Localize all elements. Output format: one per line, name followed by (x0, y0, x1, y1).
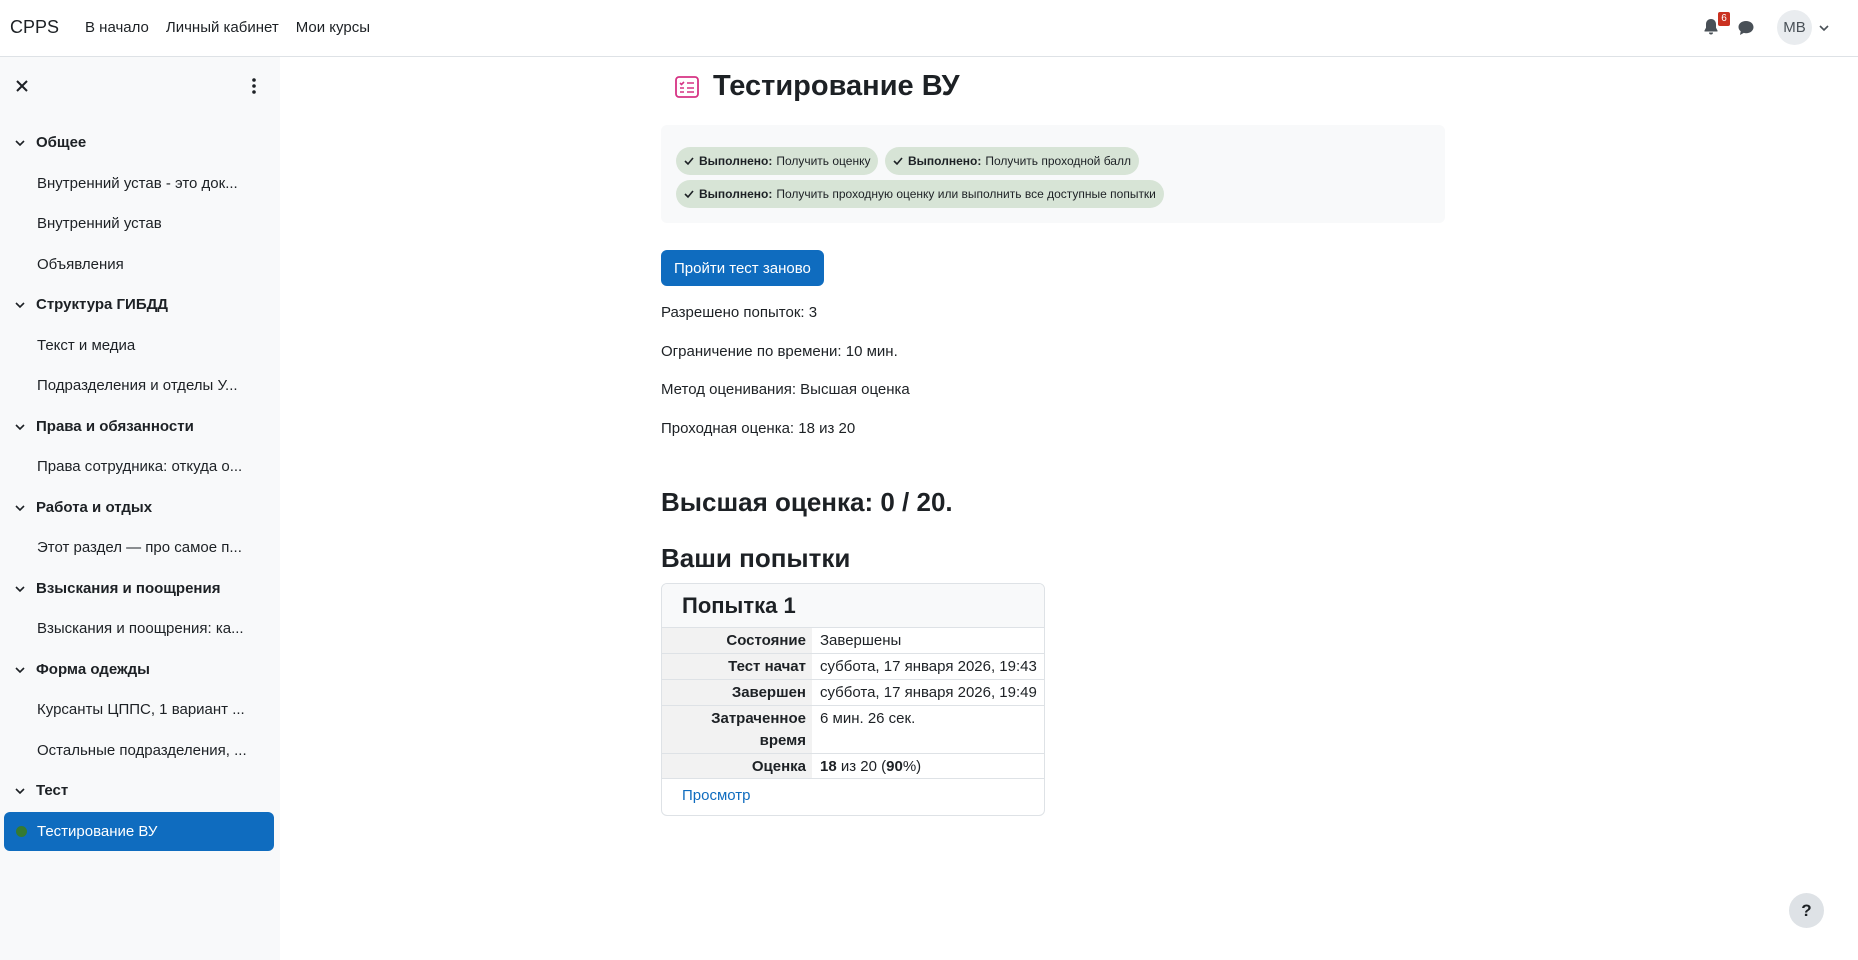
course-index-drawer: Общее Внутренний устав - это док... Внут… (0, 57, 280, 960)
section-title: Тест (36, 782, 69, 799)
attempts-heading: Ваши попытки (661, 543, 851, 573)
row-value: суббота, 17 января 2026, 19:43 (820, 658, 1037, 675)
section-rights[interactable]: Права и обязанности (14, 418, 194, 435)
user-avatar[interactable]: MB (1777, 10, 1812, 45)
row-value: суббота, 17 января 2026, 19:49 (820, 684, 1037, 701)
sidebar-activity-link[interactable]: Внутренний устав (37, 215, 162, 232)
check-icon (893, 157, 903, 166)
completion-badge: Выполнено: Получить проходную оценку или… (676, 180, 1164, 208)
section-title: Взыскания и поощрения (36, 580, 221, 597)
section-general[interactable]: Общее (14, 134, 86, 151)
site-brand[interactable]: CPPS (10, 17, 59, 38)
chevron-down-icon (15, 139, 25, 146)
row-label: Завершен (662, 680, 812, 705)
close-icon[interactable] (14, 78, 30, 94)
check-icon (684, 157, 694, 166)
page-title: Тестирование ВУ (713, 70, 960, 102)
chevron-down-icon (15, 504, 25, 511)
sidebar-item-active-quiz[interactable]: Тестирование ВУ (4, 812, 274, 851)
section-title: Работа и отдых (36, 499, 153, 516)
chevron-down-icon (15, 666, 25, 673)
attempt-header: Попытка 1 (662, 584, 1044, 628)
sidebar-activity-link[interactable]: Объявления (37, 256, 124, 273)
grade-tail: %) (902, 758, 922, 775)
completion-conditions: Выполнено: Получить оценку Выполнено: По… (661, 125, 1445, 223)
chevron-down-icon (15, 787, 25, 794)
attempt-row-grade: Оценка 18 из 20 (90%) (662, 753, 1044, 779)
primary-navigation: В начало Личный кабинет Мои курсы (85, 19, 387, 36)
attempt-summary-card: Попытка 1 Состояние Завершены Тест начат… (661, 583, 1045, 816)
sidebar-activity-link[interactable]: Внутренний устав - это док... (37, 175, 238, 192)
section-work-rest[interactable]: Работа и отдых (14, 499, 152, 516)
more-options-icon[interactable] (247, 77, 261, 95)
completion-status: Выполнено: (699, 187, 773, 201)
section-title: Общее (36, 134, 87, 151)
sidebar-activity-link[interactable]: Взыскания и поощрения: ка... (37, 620, 244, 637)
completion-text: Получить оценку (776, 154, 871, 168)
chevron-down-icon (15, 585, 25, 592)
retake-quiz-button[interactable]: Пройти тест заново (661, 250, 824, 286)
section-test[interactable]: Тест (14, 782, 68, 799)
completion-text: Получить проходную оценку или выполнить … (776, 187, 1156, 201)
section-title: Форма одежды (36, 661, 150, 678)
chevron-down-icon (15, 423, 25, 430)
grade-mid: из 20 ( (836, 758, 887, 775)
grade-percent: 90 (886, 758, 903, 775)
grade-score: 18 (820, 758, 837, 775)
row-value: 18 из 20 (90%) (820, 756, 921, 778)
completion-status: Выполнено: (699, 154, 773, 168)
sidebar-activity-link[interactable]: Права сотрудника: откуда о... (37, 458, 242, 475)
grading-method: Метод оценивания: Высшая оценка (661, 381, 910, 398)
attempt-row-completed: Завершен суббота, 17 января 2026, 19:49 (662, 679, 1044, 705)
section-uniform[interactable]: Форма одежды (14, 661, 150, 678)
nav-link-home[interactable]: В начало (85, 19, 149, 36)
passing-grade: Проходная оценка: 18 из 20 (661, 420, 856, 437)
best-grade-heading: Высшая оценка: 0 / 20. (661, 487, 953, 517)
completion-badge: Выполнено: Получить проходной балл (885, 147, 1139, 175)
attempt-title: Попытка 1 (682, 593, 796, 618)
completion-badge: Выполнено: Получить оценку (676, 147, 879, 175)
sidebar-active-label: Тестирование ВУ (37, 823, 158, 840)
sidebar-activity-link[interactable]: Текст и медиа (37, 337, 135, 354)
sidebar-activity-link[interactable]: Курсанты ЦППС, 1 вариант ... (37, 701, 245, 718)
completion-text: Получить проходной балл (985, 154, 1131, 168)
top-navbar: CPPS В начало Личный кабинет Мои курсы 6… (0, 0, 1858, 57)
quiz-icon (675, 76, 699, 98)
chevron-down-icon[interactable] (1818, 22, 1830, 34)
row-label: Затраченное время (662, 706, 812, 753)
chevron-down-icon (15, 301, 25, 308)
row-label: Оценка (662, 754, 812, 778)
section-penalties[interactable]: Взыскания и поощрения (14, 580, 220, 597)
help-button[interactable]: ? (1789, 893, 1824, 928)
sidebar-activity-link[interactable]: Этот раздел — про самое п... (37, 539, 242, 556)
row-label: Тест начат (662, 654, 812, 679)
time-limit: Ограничение по времени: 10 мин. (661, 343, 898, 360)
attempt-row-time-taken: Затраченное время 6 мин. 26 сек. (662, 705, 1044, 753)
completion-dot-icon (16, 826, 27, 837)
row-value: 6 мин. 26 сек. (820, 710, 916, 727)
nav-link-my-courses[interactable]: Мои курсы (296, 19, 370, 36)
messages-icon[interactable] (1736, 18, 1756, 38)
section-title: Структура ГИБДД (36, 296, 168, 313)
notification-count-badge: 6 (1718, 12, 1730, 26)
attempt-row-started: Тест начат суббота, 17 января 2026, 19:4… (662, 653, 1044, 679)
review-attempt-link[interactable]: Просмотр (682, 787, 751, 804)
row-value: Завершены (820, 632, 902, 649)
section-structure[interactable]: Структура ГИБДД (14, 296, 168, 313)
sidebar-activity-link[interactable]: Остальные подразделения, ... (37, 742, 247, 759)
section-title: Права и обязанности (36, 418, 194, 435)
row-label: Состояние (662, 628, 812, 653)
check-icon (684, 190, 694, 199)
completion-status: Выполнено: (908, 154, 982, 168)
sidebar-activity-link[interactable]: Подразделения и отделы У... (37, 377, 238, 394)
nav-link-dashboard[interactable]: Личный кабинет (166, 19, 279, 36)
attempt-row-state: Состояние Завершены (662, 627, 1044, 653)
attempts-allowed: Разрешено попыток: 3 (661, 304, 818, 321)
